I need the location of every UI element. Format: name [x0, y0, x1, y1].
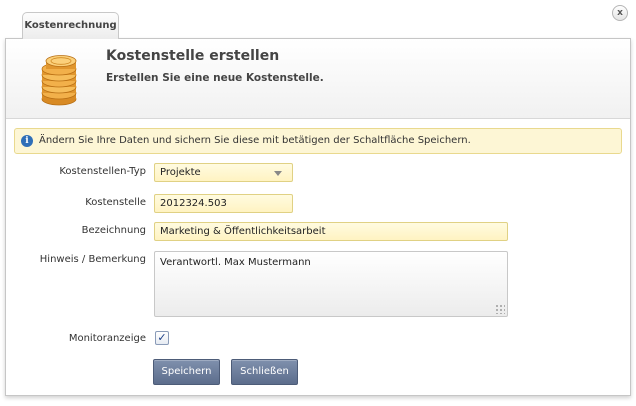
info-banner: i Ändern Sie Ihre Daten und sichern Sie … — [14, 128, 622, 154]
monitor-label: Monitoranzeige — [68, 333, 146, 344]
type-label: Kostenstellen-Typ — [59, 166, 146, 177]
type-select[interactable]: Projekte — [154, 163, 293, 182]
checkmark-icon: ✓ — [157, 331, 167, 344]
dialog-header: Kostenstelle erstellen Erstellen Sie ein… — [6, 39, 630, 119]
tab-kostenrechnung[interactable]: Kostenrechnung — [22, 12, 119, 39]
close-button[interactable]: Schließen — [231, 359, 298, 385]
dialog-subtitle: Erstellen Sie eine neue Kostenstelle. — [106, 72, 324, 84]
cost-center-input[interactable]: 2012324.503 — [154, 194, 293, 213]
chevron-down-icon — [274, 171, 282, 176]
dialog-title: Kostenstelle erstellen — [106, 48, 280, 64]
type-select-value: Projekte — [160, 167, 201, 178]
cost-center-label: Kostenstelle — [85, 197, 146, 208]
note-text: Verantwortl. Max Mustermann — [160, 257, 311, 268]
note-textarea[interactable]: Verantwortl. Max Mustermann — [154, 251, 508, 317]
note-label: Hinweis / Bemerkung — [39, 254, 146, 265]
name-input[interactable]: Marketing & Öffentlichkeitsarbeit — [154, 222, 508, 241]
monitor-checkbox[interactable]: ✓ — [155, 331, 169, 345]
save-button[interactable]: Speichern — [153, 359, 220, 385]
close-icon[interactable]: x — [612, 5, 628, 21]
dialog: Kostenstelle erstellen Erstellen Sie ein… — [5, 38, 631, 396]
resize-grip-icon[interactable] — [495, 304, 505, 314]
name-label: Bezeichnung — [81, 225, 146, 236]
info-icon: i — [21, 135, 33, 147]
info-text: Ändern Sie Ihre Daten und sichern Sie di… — [39, 135, 471, 146]
coins-stack-icon — [41, 55, 77, 106]
